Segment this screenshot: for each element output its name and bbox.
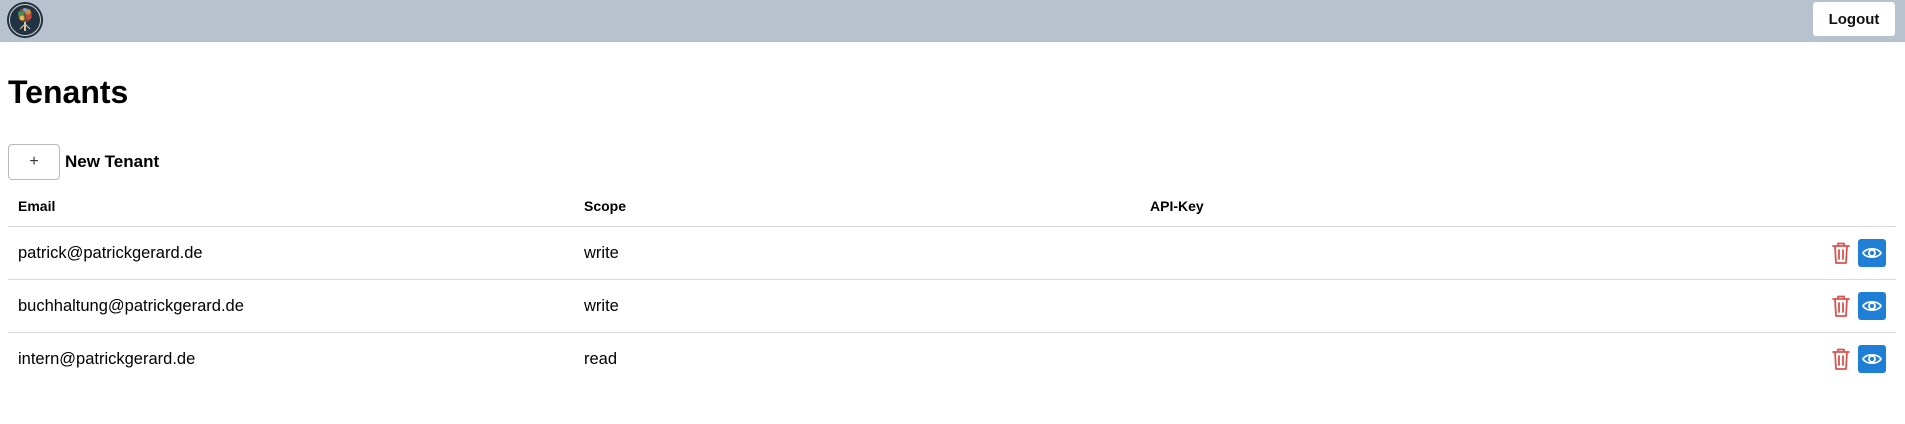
tenants-table: Email Scope API-Key patrick@patrickgerar…: [8, 186, 1896, 385]
new-tenant-label: New Tenant: [65, 152, 160, 171]
scope-cell: read: [584, 349, 618, 368]
column-header-api-key: API-Key: [1140, 186, 1706, 227]
add-tenant-button[interactable]: +: [8, 144, 60, 180]
logout-button[interactable]: Logout: [1813, 2, 1895, 36]
top-bar: Logout: [0, 0, 1905, 42]
api-key-cell: [1140, 279, 1706, 333]
actions-cell: [1706, 279, 1896, 333]
column-header-actions: [1706, 186, 1896, 227]
scope-cell: write: [574, 279, 1140, 333]
email-cell: intern@patrickgerard.de: [18, 349, 196, 368]
scope-cell: write: [574, 226, 1140, 280]
eye-icon: [1862, 246, 1882, 260]
view-button[interactable]: [1858, 292, 1886, 320]
eye-icon: [1862, 352, 1882, 366]
table-row: buchhaltung@patrickgerard.de write: [8, 279, 1896, 333]
trash-icon[interactable]: [1830, 346, 1852, 372]
view-button[interactable]: [1858, 239, 1886, 267]
eye-icon: [1862, 299, 1882, 313]
column-header-email: Email: [8, 186, 574, 227]
api-key-cell: [1140, 333, 1706, 386]
table-header-row: Email Scope API-Key: [8, 186, 1896, 227]
view-button[interactable]: [1858, 345, 1886, 373]
tree-logo-icon[interactable]: [7, 2, 43, 38]
email-cell: buchhaltung@patrickgerard.de: [8, 279, 574, 333]
table-row: patrick@patrickgerard.de write: [8, 226, 1896, 280]
email-cell: patrick@patrickgerard.de: [8, 226, 574, 280]
trash-icon[interactable]: [1830, 240, 1852, 266]
actions-cell: [1706, 226, 1896, 280]
actions-cell: [1706, 333, 1896, 386]
api-key-cell: [1140, 226, 1706, 280]
column-header-scope: Scope: [574, 186, 1140, 227]
new-tenant-row: + New Tenant: [8, 144, 159, 180]
table-row: intern@patrickgerard.de read: [8, 333, 1896, 386]
page-title: Tenants: [8, 74, 129, 110]
trash-icon[interactable]: [1830, 293, 1852, 319]
